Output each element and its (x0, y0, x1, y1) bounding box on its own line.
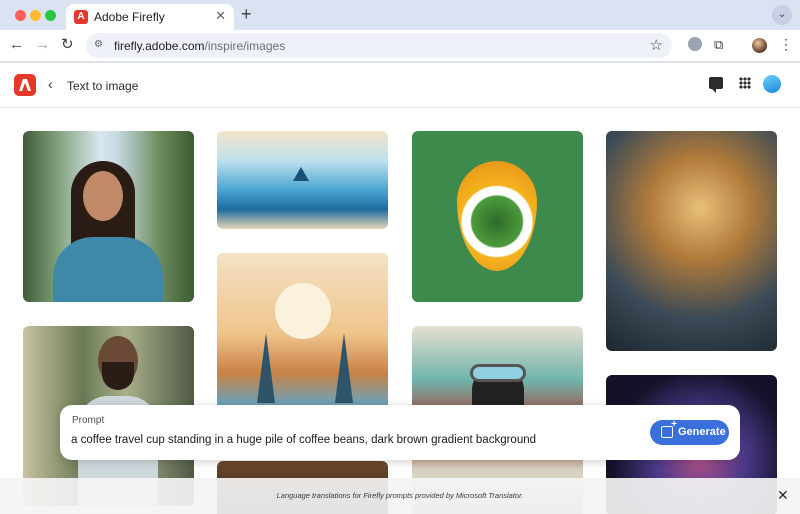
site-settings-icon[interactable]: ⚙ (94, 39, 108, 52)
back-chevron-icon[interactable]: ‹ (48, 76, 53, 92)
forward-arrow-icon[interactable]: → (35, 37, 50, 53)
reload-icon[interactable]: ↻ (61, 37, 74, 53)
tab-search-chevron-icon[interactable]: ⌄ (772, 5, 792, 25)
prompt-card: Prompt Generate (60, 405, 740, 460)
adobe-favicon-icon: A (74, 10, 88, 24)
gallery-image-hiker-waterfall[interactable] (23, 131, 194, 302)
minimize-window-button[interactable] (30, 10, 41, 21)
apps-grid-icon[interactable] (739, 77, 751, 89)
extensions-puzzle-icon[interactable]: ⧉ (714, 37, 723, 53)
gallery-image-paper-sailboat[interactable] (217, 131, 388, 229)
browser-toolbar: ← → ↻ ⚙ firefly.adobe.com/inspire/images… (0, 30, 800, 62)
generate-label: Generate (678, 426, 726, 438)
translator-notice-text: Language translations for Firefly prompt… (276, 491, 524, 500)
browser-tab[interactable]: A Adobe Firefly ✕ (66, 4, 234, 30)
browser-menu-icon[interactable]: ⋮ (779, 36, 793, 53)
tab-title: Adobe Firefly (94, 10, 165, 24)
user-avatar[interactable] (763, 75, 781, 93)
gallery-image-masked-woman[interactable] (606, 131, 777, 351)
generate-button[interactable]: Generate (650, 419, 729, 445)
app-header: ‹ Text to image (0, 63, 800, 108)
notice-close-icon[interactable]: ✕ (777, 487, 789, 504)
address-bar[interactable]: ⚙ firefly.adobe.com/inspire/images ☆ (86, 33, 672, 58)
new-tab-button[interactable]: + (241, 5, 252, 23)
profile-avatar[interactable] (752, 38, 767, 53)
maximize-window-button[interactable] (45, 10, 56, 21)
back-arrow-icon[interactable]: ← (9, 37, 24, 53)
browser-titlebar: A Adobe Firefly ✕ + ⌄ (0, 0, 800, 30)
generate-icon (661, 419, 677, 438)
bookmark-star-icon[interactable]: ☆ (650, 36, 663, 54)
adobe-logo-icon[interactable] (14, 74, 36, 96)
firefly-app: ‹ Text to image Prompt a coffee travel c… (0, 63, 800, 514)
gallery-image-dragon-logo[interactable] (412, 131, 583, 302)
prompt-input[interactable] (71, 431, 641, 449)
tab-close-icon[interactable]: ✕ (215, 8, 226, 24)
page-title: Text to image (67, 79, 139, 93)
prompt-label: Prompt (72, 415, 105, 426)
url-text: firefly.adobe.com/inspire/images (114, 39, 286, 53)
extension-icon[interactable] (688, 37, 702, 51)
translator-notice: Language translations for Firefly prompt… (0, 478, 800, 514)
feedback-chat-icon[interactable] (709, 77, 723, 93)
close-window-button[interactable] (15, 10, 26, 21)
